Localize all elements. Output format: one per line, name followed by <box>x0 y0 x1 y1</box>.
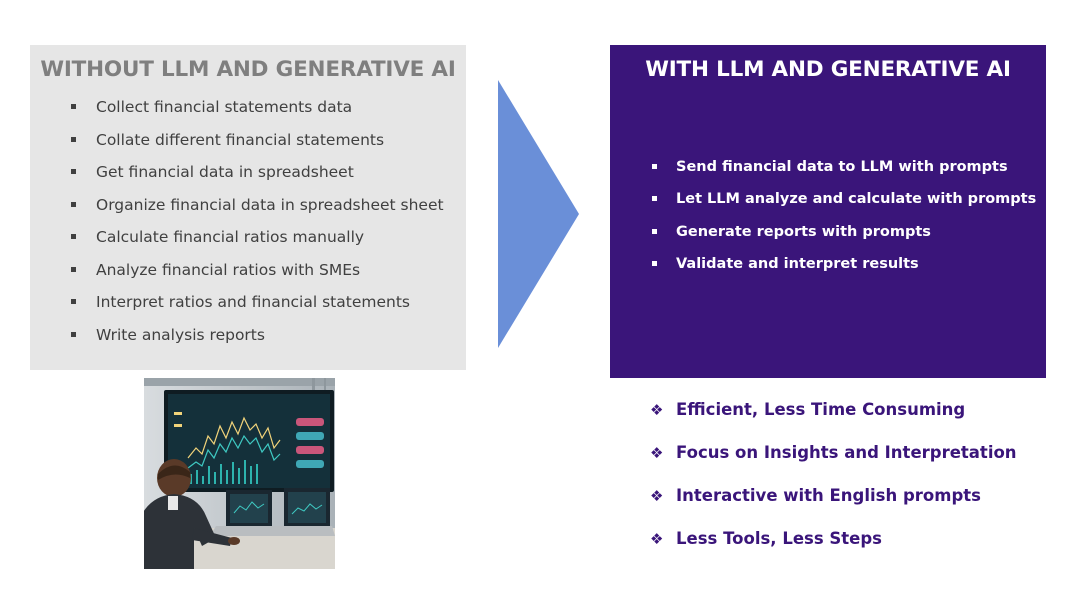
square-bullet-icon <box>652 260 657 266</box>
list-item: Generate reports with prompts <box>648 222 1036 254</box>
without-llm-list: Collect financial statements data Collat… <box>66 97 444 357</box>
list-item: Validate and interpret results <box>648 254 1036 286</box>
square-bullet-icon <box>71 266 76 272</box>
benefit-item: ❖ Less Tools, Less Steps <box>650 526 1017 569</box>
list-item: Send financial data to LLM with prompts <box>648 157 1036 189</box>
square-bullet-icon <box>71 234 76 239</box>
diamond-bullet-icon: ❖ <box>650 401 664 419</box>
benefit-item: ❖ Interactive with English prompts <box>650 483 1017 526</box>
square-bullet-icon <box>71 201 76 207</box>
square-bullet-icon <box>71 136 76 142</box>
without-llm-title: WITHOUT LLM AND GENERATIVE AI <box>40 57 456 82</box>
right-arrow-icon <box>498 80 579 348</box>
with-llm-list: Send financial data to LLM with prompts … <box>648 157 1036 286</box>
benefit-item: ❖ Efficient, Less Time Consuming <box>650 397 1017 440</box>
arrow-shape <box>498 80 579 348</box>
with-llm-panel: WITH LLM AND GENERATIVE AI Send financia… <box>610 45 1046 378</box>
square-bullet-icon <box>71 104 76 109</box>
photo-illustration <box>144 378 335 569</box>
list-item: Collate different financial statements <box>66 130 444 163</box>
list-item: Get financial data in spreadsheet <box>66 162 444 195</box>
benefit-item: ❖ Focus on Insights and Interpretation <box>650 440 1017 483</box>
list-item: Calculate financial ratios manually <box>66 227 444 260</box>
square-bullet-icon <box>652 228 657 234</box>
list-item: Collect financial statements data <box>66 97 444 130</box>
benefits-list: ❖ Efficient, Less Time Consuming ❖ Focus o… <box>650 397 1017 569</box>
list-item: Interpret ratios and financial statement… <box>66 292 444 325</box>
square-bullet-icon <box>652 196 657 202</box>
list-item: Let LLM analyze and calculate with promp… <box>648 189 1036 221</box>
list-item: Organize financial data in spreadsheet s… <box>66 195 444 228</box>
diamond-bullet-icon: ❖ <box>650 487 664 505</box>
without-llm-panel: WITHOUT LLM AND GENERATIVE AI Collect fi… <box>30 45 466 370</box>
square-bullet-icon <box>652 164 657 169</box>
diamond-bullet-icon: ❖ <box>650 530 664 548</box>
diamond-bullet-icon: ❖ <box>650 444 664 462</box>
square-bullet-icon <box>71 299 76 304</box>
square-bullet-icon <box>71 331 76 337</box>
with-llm-title: WITH LLM AND GENERATIVE AI <box>645 57 1011 82</box>
list-item: Analyze financial ratios with SMEs <box>66 260 444 293</box>
list-item: Write analysis reports <box>66 325 444 358</box>
square-bullet-icon <box>71 169 76 174</box>
person-at-trading-screens-photo <box>144 378 335 569</box>
